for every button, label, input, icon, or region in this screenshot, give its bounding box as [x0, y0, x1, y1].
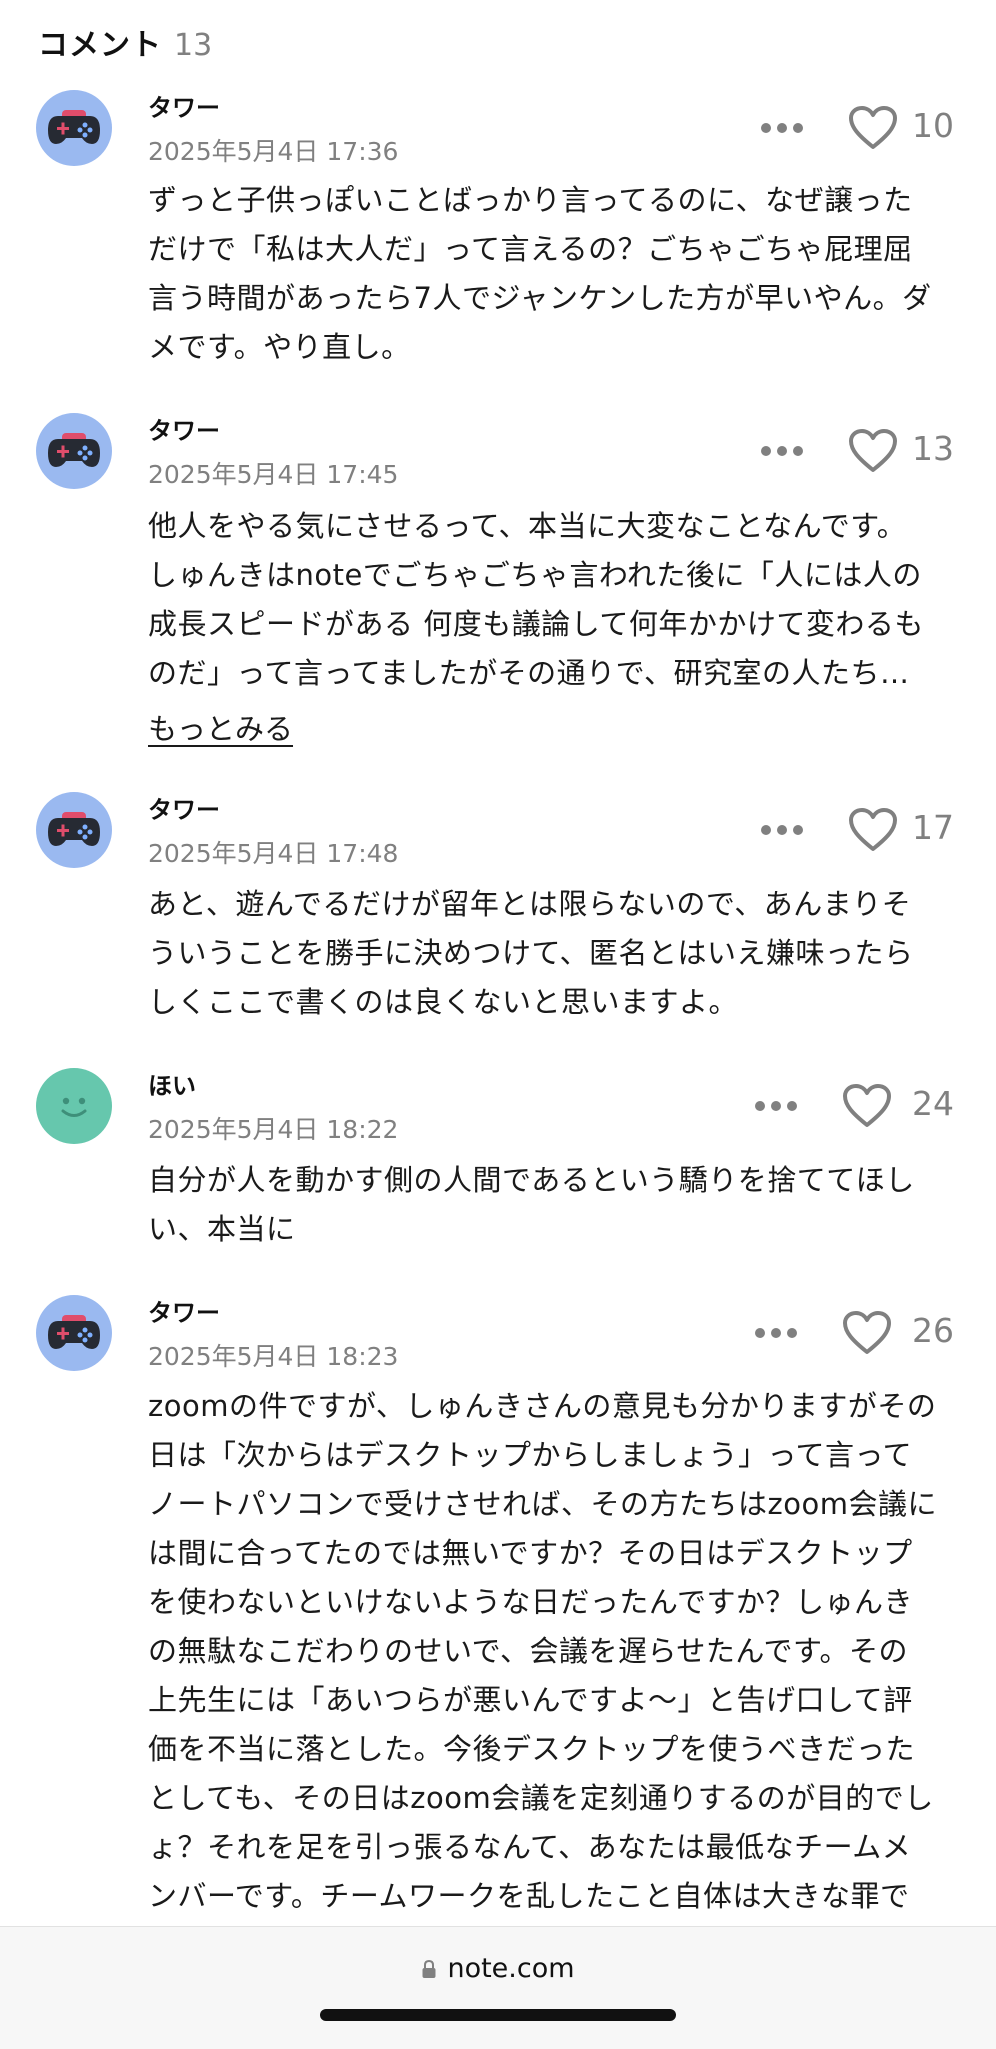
more-horizontal-icon[interactable] — [758, 116, 806, 140]
comment-body: 他人をやる気にさせるって、本当に大変なことなんです。 しゅんきはnoteでごちゃ… — [148, 509, 924, 690]
more-horizontal-icon[interactable] — [758, 439, 806, 463]
lock-icon — [422, 1959, 436, 1978]
home-indicator[interactable] — [320, 2009, 676, 2021]
more-horizontal-icon[interactable] — [752, 1321, 800, 1345]
url-text: note.com — [447, 1953, 575, 1984]
url-display[interactable]: note.com — [0, 1953, 996, 1984]
comment-body: あと、遊んでるだけが留年とは限らないので、あんまりそ ういうことを勝手に決めつけ… — [148, 887, 914, 1019]
more-horizontal-icon[interactable] — [758, 818, 806, 842]
smiley-icon — [61, 1097, 87, 1117]
comment-author[interactable]: タワー — [148, 411, 220, 446]
more-horizontal-icon[interactable] — [752, 1094, 800, 1118]
read-more-link[interactable]: もっとみる — [148, 706, 293, 748]
comment-date: 2025年5月4日 18:22 — [148, 1115, 399, 1144]
avatar[interactable] — [36, 413, 112, 489]
comment-author[interactable]: タワー — [148, 790, 220, 825]
comment-date: 2025年5月4日 17:36 — [148, 137, 399, 166]
heart-icon[interactable] — [842, 1310, 892, 1356]
comments-header: コメント 13 — [38, 20, 212, 64]
comment-body: 自分が人を動かす側の人間であるという驕りを捨ててほし い、本当に — [148, 1163, 915, 1246]
like-count: 24 — [912, 1084, 954, 1123]
like-count: 17 — [912, 808, 954, 847]
comment-date: 2025年5月4日 17:45 — [148, 460, 399, 489]
comment-body: ずっと子供っぽいことばっかり言ってるのに、なぜ譲った だけで「私は大人だ」って言… — [148, 183, 932, 364]
heart-icon[interactable] — [848, 807, 898, 853]
avatar[interactable] — [36, 1295, 112, 1371]
gamepad-icon — [48, 433, 100, 467]
comment-author[interactable]: タワー — [148, 88, 220, 123]
avatar[interactable] — [36, 90, 112, 166]
comment-body: zoomの件ですが、しゅんきさんの意見も分かりますがその 日は「次からはデスクト… — [148, 1389, 937, 1913]
like-count: 26 — [912, 1311, 954, 1350]
gamepad-icon — [48, 110, 100, 144]
heart-icon[interactable] — [842, 1083, 892, 1129]
comment-date: 2025年5月4日 17:48 — [148, 839, 399, 868]
avatar[interactable] — [36, 1068, 112, 1144]
gamepad-icon — [48, 812, 100, 846]
comment-date: 2025年5月4日 18:23 — [148, 1342, 399, 1371]
browser-address-bar: note.com — [0, 1926, 996, 2049]
like-count: 13 — [912, 429, 954, 468]
comments-count: 13 — [174, 28, 213, 63]
comment-author[interactable]: タワー — [148, 1293, 220, 1328]
heart-icon[interactable] — [848, 105, 898, 151]
like-count: 10 — [912, 106, 954, 145]
gamepad-icon — [48, 1315, 100, 1349]
heart-icon[interactable] — [848, 428, 898, 474]
comments-title: コメント — [38, 28, 162, 63]
avatar[interactable] — [36, 792, 112, 868]
comment-author[interactable]: ほい — [148, 1066, 196, 1101]
